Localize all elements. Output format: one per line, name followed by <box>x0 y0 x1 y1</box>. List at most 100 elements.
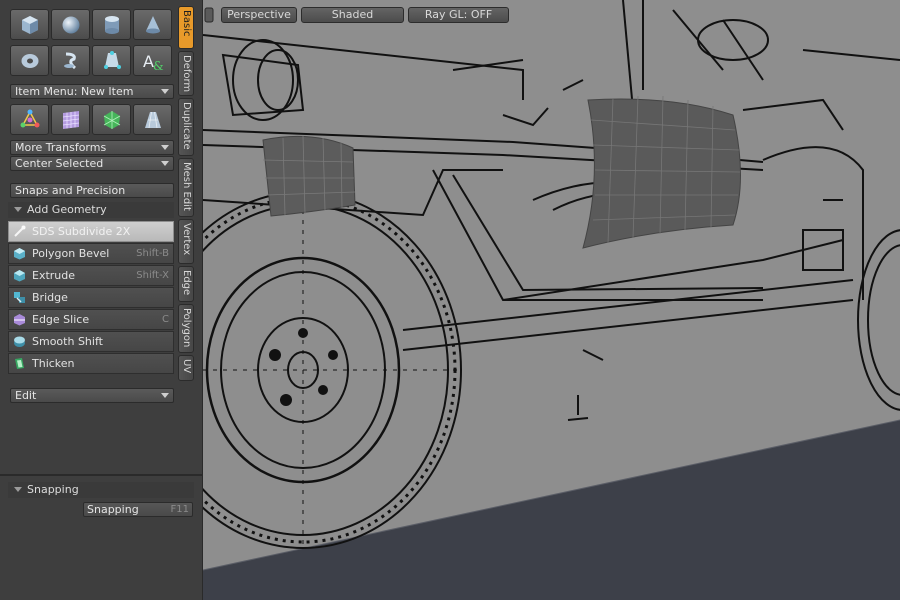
tab-vertex-label: Vertex <box>181 223 192 256</box>
shading-mode-label: Shaded <box>331 8 374 21</box>
tab-deform[interactable]: Deform <box>178 51 194 96</box>
cone-button[interactable] <box>133 9 172 40</box>
tab-uv[interactable]: UV <box>178 355 194 381</box>
edit-label: Edit <box>15 389 37 402</box>
command-sds-subdivide[interactable]: SDS Subdivide 2X <box>8 221 174 242</box>
raygl-toggle-button[interactable]: Ray GL: OFF <box>408 7 509 23</box>
tab-duplicate-label: Duplicate <box>181 102 192 150</box>
command-label: SDS Subdivide 2X <box>32 225 131 238</box>
command-bridge[interactable]: Bridge <box>8 287 174 308</box>
tab-mesh-edit-label: Mesh Edit <box>181 162 192 211</box>
command-edge-slice[interactable]: Edge Slice C <box>8 309 174 330</box>
snapping-section-header[interactable]: Snapping <box>8 482 194 498</box>
add-geometry-command-list: SDS Subdivide 2X Polygon Bevel Shift-B E… <box>8 221 174 375</box>
transform-toolbar-row <box>10 104 172 135</box>
transform-button[interactable] <box>10 104 49 135</box>
snapping-toggle-button[interactable]: Snapping F11 <box>83 502 193 517</box>
3d-viewport[interactable]: Perspective Shaded Ray GL: OFF <box>203 0 900 600</box>
command-label: Bridge <box>32 291 68 304</box>
center-selected-label: Center Selected <box>15 157 104 170</box>
primitive-toolbar-row-2: A & <box>10 45 172 76</box>
torus-icon <box>21 53 38 68</box>
text-icon: A & <box>143 52 164 73</box>
add-geometry-label: Add Geometry <box>27 203 107 216</box>
snaps-precision-button[interactable]: Snaps and Precision <box>10 183 174 198</box>
edit-dropdown[interactable]: Edit <box>10 388 174 403</box>
grip-icon <box>204 7 214 23</box>
command-label: Polygon Bevel <box>32 247 110 260</box>
ball-icon <box>103 110 120 129</box>
plane-button[interactable] <box>133 104 172 135</box>
chevron-down-icon <box>161 89 169 94</box>
cube-button[interactable] <box>10 9 49 40</box>
view-perspective-button[interactable]: Perspective <box>221 7 297 23</box>
torus-button[interactable] <box>10 45 49 76</box>
cone-icon <box>145 15 160 33</box>
tab-edge[interactable]: Edge <box>178 266 194 302</box>
raygl-label: Ray GL: OFF <box>424 8 493 21</box>
more-transforms-label: More Transforms <box>15 141 107 154</box>
sds-subdivide-icon <box>14 225 26 237</box>
thicken-icon <box>15 358 24 369</box>
floor-plane <box>203 420 900 600</box>
item-menu-label: Item Menu: New Item <box>15 85 134 98</box>
tab-mesh-edit[interactable]: Mesh Edit <box>178 158 194 217</box>
command-extrude[interactable]: Extrude Shift-X <box>8 265 174 286</box>
selected-mesh-surfaces <box>262 95 741 249</box>
tab-edge-label: Edge <box>181 270 192 296</box>
capsule-button[interactable] <box>51 45 90 76</box>
item-menu-dropdown[interactable]: Item Menu: New Item <box>10 84 174 99</box>
more-transforms-dropdown[interactable]: More Transforms <box>10 140 174 155</box>
text-button[interactable]: A & <box>133 45 172 76</box>
tab-basic-label: Basic <box>181 10 192 37</box>
command-label: Edge Slice <box>32 313 90 326</box>
pen-tool-button[interactable] <box>92 45 131 76</box>
viewport-scene <box>203 0 900 600</box>
capsule-icon <box>63 52 76 69</box>
tab-deform-label: Deform <box>181 55 192 93</box>
cylinder-icon <box>104 15 119 34</box>
tab-uv-label: UV <box>181 359 192 374</box>
tab-polygon-label: Polygon <box>181 308 192 348</box>
tab-polygon[interactable]: Polygon <box>178 304 194 353</box>
edge-slice-icon <box>14 314 25 326</box>
center-selected-dropdown[interactable]: Center Selected <box>10 156 174 171</box>
extrude-icon <box>14 270 25 282</box>
tab-duplicate[interactable]: Duplicate <box>178 98 194 156</box>
chevron-down-icon <box>161 145 169 150</box>
smooth-shift-icon <box>14 336 25 347</box>
wheel-lug-nuts <box>269 328 338 406</box>
grid-button[interactable] <box>51 104 90 135</box>
polygon-bevel-icon <box>14 248 25 260</box>
view-mode-label: Perspective <box>227 8 291 21</box>
chevron-down-icon <box>161 393 169 398</box>
command-polygon-bevel[interactable]: Polygon Bevel Shift-B <box>8 243 174 264</box>
tab-vertex[interactable]: Vertex <box>178 219 194 264</box>
command-smooth-shift[interactable]: Smooth Shift <box>8 331 174 352</box>
snapping-shortcut: F11 <box>170 504 189 515</box>
vertical-tab-strip: Basic Deform Duplicate Mesh Edit Vertex … <box>178 6 195 383</box>
viewport-menu-handle[interactable] <box>203 6 215 24</box>
cylinder-button[interactable] <box>92 9 131 40</box>
plane-icon <box>144 111 161 128</box>
tab-basic[interactable]: Basic <box>178 6 194 49</box>
ball-button[interactable] <box>92 104 131 135</box>
command-shortcut: Shift-B <box>136 248 169 259</box>
left-tool-panel: A& Item Menu: New Item More Transforms <box>0 0 203 600</box>
command-label: Extrude <box>32 269 76 282</box>
cube-icon <box>21 15 38 34</box>
command-label: Thicken <box>32 357 75 370</box>
snapping-section-label: Snapping <box>27 483 79 496</box>
sphere-button[interactable] <box>51 9 90 40</box>
command-thicken[interactable]: Thicken <box>8 353 174 374</box>
shading-mode-button[interactable]: Shaded <box>301 7 404 23</box>
sphere-icon <box>62 16 79 33</box>
add-geometry-header[interactable]: Add Geometry <box>8 202 174 218</box>
command-shortcut: C <box>162 314 169 325</box>
snaps-precision-label: Snaps and Precision <box>15 184 126 197</box>
command-label: Smooth Shift <box>32 335 103 348</box>
modo-app-window: A& Item Menu: New Item More Transforms <box>0 0 900 600</box>
panel-divider[interactable] <box>0 474 202 476</box>
command-shortcut: Shift-X <box>136 270 169 281</box>
collapse-triangle-icon <box>14 207 22 212</box>
